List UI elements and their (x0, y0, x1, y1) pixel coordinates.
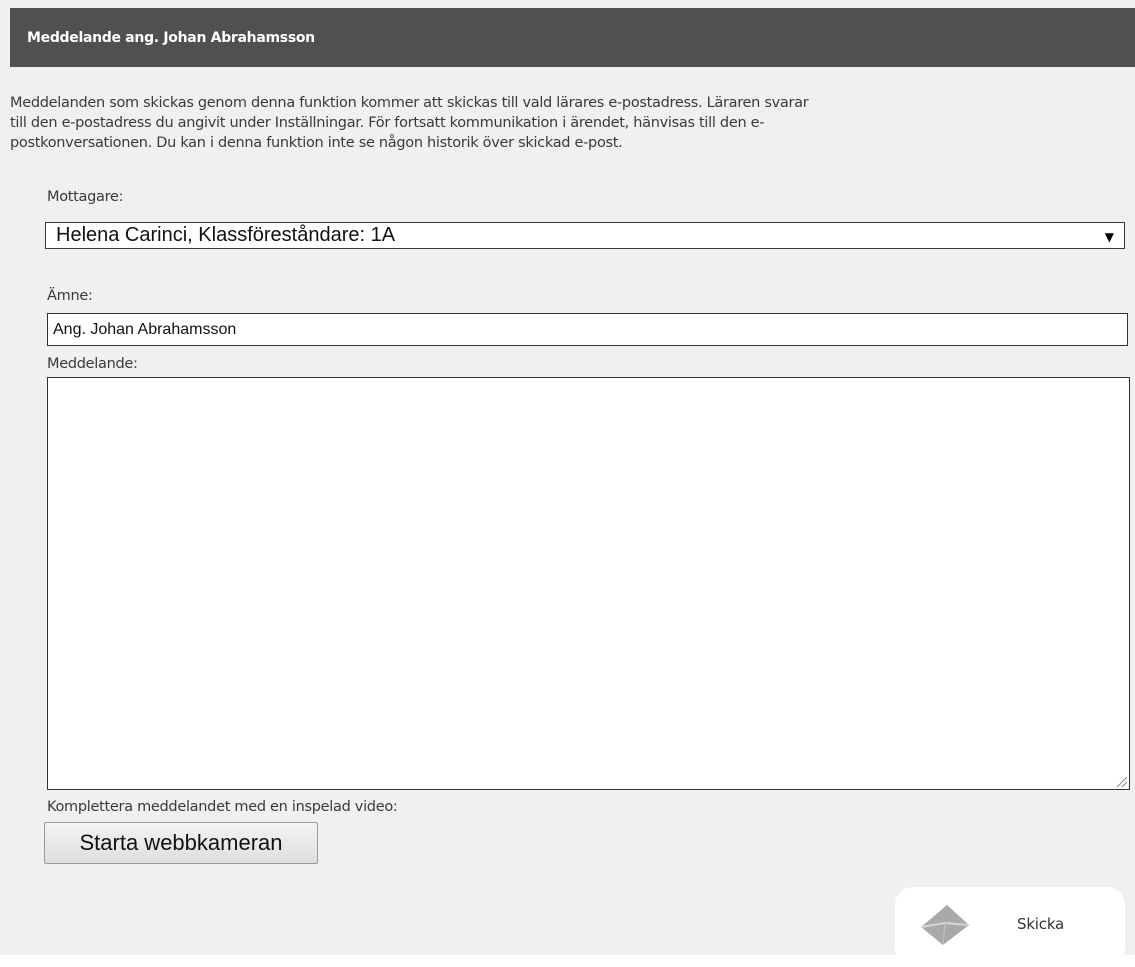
message-textarea[interactable] (47, 377, 1130, 790)
recipient-label: Mottagare: (47, 189, 124, 205)
intro-line-2: till den e-postadress du angivit under I… (10, 115, 765, 131)
envelope-icon (920, 905, 970, 946)
dropdown-arrow-icon: ▼ (1104, 230, 1114, 244)
dialog-titlebar: Meddelande ang. Johan Abrahamsson (10, 8, 1135, 67)
start-webcam-button[interactable]: Starta webbkameran (44, 822, 318, 864)
dialog-title: Meddelande ang. Johan Abrahamsson (27, 30, 315, 46)
message-dialog: Meddelande ang. Johan Abrahamsson Meddel… (0, 0, 1135, 967)
video-label: Komplettera meddelandet med en inspelad … (47, 799, 398, 815)
intro-line-1: Meddelanden som skickas genom denna funk… (10, 95, 809, 111)
recipient-select[interactable]: Helena Carinci, Klassföreståndare: 1A ▼ (45, 222, 1125, 249)
message-label: Meddelande: (47, 356, 138, 372)
send-label: Skicka (1017, 915, 1065, 933)
subject-input[interactable] (47, 313, 1128, 346)
intro-line-3: postkonversationen. Du kan i denna funkt… (10, 135, 623, 151)
send-button[interactable]: Skicka (895, 887, 1125, 967)
recipient-selected-value: Helena Carinci, Klassföreståndare: 1A (56, 224, 396, 246)
subject-label: Ämne: (47, 288, 93, 304)
resize-grip-icon[interactable] (1112, 772, 1128, 788)
intro-text: Meddelanden som skickas genom denna funk… (10, 93, 1135, 153)
